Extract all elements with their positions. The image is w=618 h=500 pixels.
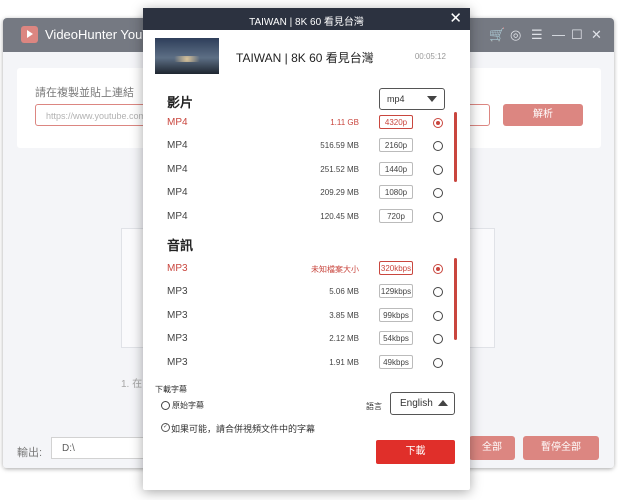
option-quality: 1080p — [379, 185, 413, 200]
option-size: 2.12 MB — [329, 334, 359, 344]
option-row[interactable]: MP4 516.59 MB 2160p — [143, 135, 470, 158]
audio-options-list: MP3 未知檔案大小 320kbps MP3 5.06 MB 129kbps MP3 3.85… — [143, 258, 470, 376]
merge-subtitle-checkbox[interactable]: ✓ — [161, 423, 170, 432]
option-format: MP4 — [167, 187, 188, 199]
format-select-value: mp4 — [387, 94, 405, 104]
option-format: MP3 — [167, 356, 188, 368]
option-size: 1.91 MB — [329, 357, 359, 367]
audio-section-title: 音訊 — [167, 238, 194, 253]
option-size: 5.06 MB — [329, 287, 359, 297]
option-quality: 320kbps — [379, 261, 413, 275]
option-row[interactable]: MP4 209.29 MB 1080p — [143, 182, 470, 205]
format-select[interactable]: mp4 — [379, 88, 445, 110]
download-button[interactable]: 下載 — [376, 440, 455, 464]
language-select-value: English — [400, 398, 433, 409]
language-select[interactable]: English — [390, 392, 455, 415]
option-row[interactable]: MP4 251.52 MB 1440p — [143, 159, 470, 182]
option-radio[interactable] — [433, 188, 443, 199]
video-title: TAIWAN | 8K 60 看見台灣 — [236, 51, 374, 65]
option-format: MP4 — [167, 140, 188, 152]
option-format: MP4 — [167, 210, 188, 222]
option-format: MP3 — [167, 263, 188, 274]
option-quality: 2160p — [379, 138, 413, 153]
option-radio[interactable] — [433, 164, 443, 175]
option-format: MP3 — [167, 333, 188, 345]
option-quality: 54kbps — [379, 331, 413, 346]
option-radio[interactable] — [433, 310, 443, 321]
option-size: 1.11 GB — [330, 118, 359, 127]
option-radio[interactable] — [433, 211, 443, 222]
original-subtitle-radio[interactable] — [161, 401, 170, 410]
option-quality: 49kbps — [379, 354, 413, 369]
option-row[interactable]: MP3 2.12 MB 54kbps — [143, 328, 470, 351]
option-row[interactable]: MP3 3.85 MB 99kbps — [143, 305, 470, 328]
audio-scrollbar[interactable] — [454, 258, 457, 340]
option-format: MP4 — [167, 117, 188, 128]
option-radio[interactable] — [433, 141, 443, 152]
video-options-list: MP4 1.11 GB 4320p MP4 516.59 MB 2160p MP4 251.5… — [143, 112, 470, 232]
option-size: 未知檔案大小 — [311, 265, 359, 274]
option-radio[interactable] — [433, 287, 443, 298]
download-options-dialog: TAIWAN | 8K 60 看見台灣 ✕ TAIWAN | 8K 60 看見台… — [143, 8, 470, 490]
option-quality: 99kbps — [379, 307, 413, 322]
original-subtitle-label: 原始字幕 — [172, 401, 204, 410]
video-duration: 00:05:12 — [414, 52, 446, 61]
language-label: 語言 — [366, 402, 382, 411]
video-section-title: 影片 — [167, 95, 194, 110]
option-size: 209.29 MB — [320, 188, 359, 198]
merge-subtitle-label: 如果可能，請合併視頻文件中的字幕 — [171, 424, 316, 434]
option-quality: 129kbps — [379, 284, 413, 299]
dialog-title: TAIWAN | 8K 60 看見台灣 — [249, 17, 364, 28]
option-row[interactable]: MP3 1.91 MB 49kbps — [143, 352, 470, 375]
option-size: 120.45 MB — [320, 211, 359, 221]
option-radio[interactable] — [433, 264, 443, 274]
option-size: 516.59 MB — [320, 141, 359, 151]
option-row[interactable]: MP3 未知檔案大小 320kbps — [143, 258, 470, 281]
option-size: 3.85 MB — [329, 310, 359, 320]
option-row[interactable]: MP4 1.11 GB 4320p — [143, 112, 470, 135]
option-size: 251.52 MB — [320, 164, 359, 174]
option-row[interactable]: MP3 5.06 MB 129kbps — [143, 281, 470, 304]
video-thumbnail — [155, 38, 219, 74]
dialog-header: TAIWAN | 8K 60 看見台灣 ✕ — [143, 8, 470, 30]
option-radio[interactable] — [433, 334, 443, 345]
subtitle-label: 下載字幕 — [155, 385, 187, 394]
option-quality: 720p — [379, 208, 413, 223]
option-radio[interactable] — [433, 357, 443, 368]
option-row[interactable]: MP4 120.45 MB 720p — [143, 206, 470, 229]
chevron-up-icon — [438, 400, 448, 406]
option-format: MP4 — [167, 163, 188, 175]
option-radio[interactable] — [433, 118, 443, 128]
option-format: MP3 — [167, 309, 188, 321]
option-quality: 1440p — [379, 161, 413, 176]
chevron-down-icon — [427, 96, 437, 102]
option-quality: 4320p — [379, 115, 413, 129]
video-scrollbar[interactable] — [454, 112, 457, 182]
close-icon[interactable]: ✕ — [449, 9, 462, 27]
option-format: MP3 — [167, 286, 188, 298]
